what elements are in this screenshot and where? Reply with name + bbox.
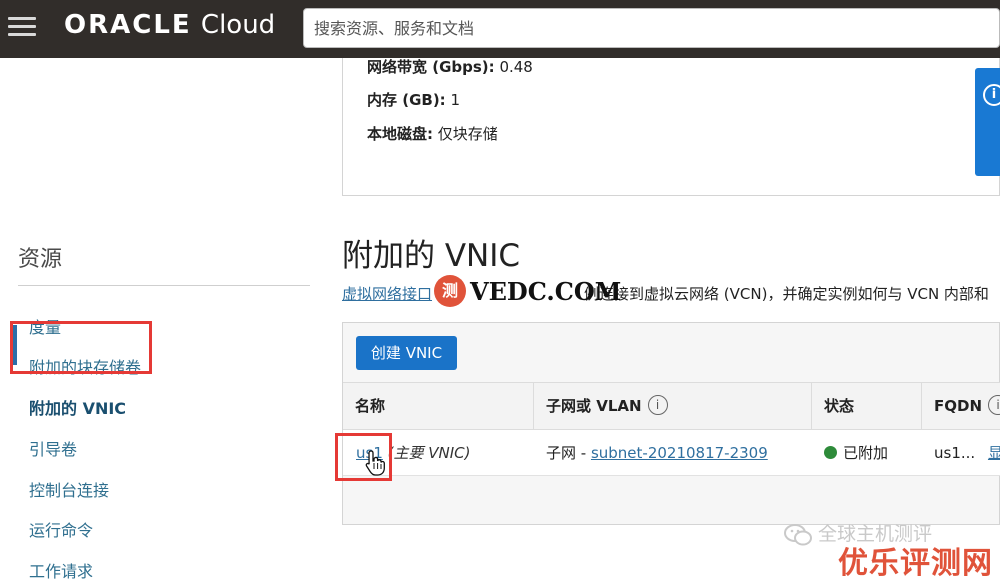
highlight-box-nav (10, 321, 152, 374)
info-row-memory: 内存 (GB): 1 (367, 91, 461, 109)
help-icon[interactable]: i (647, 394, 668, 415)
section-title: 附加的 VNIC (342, 238, 521, 274)
column-header-status[interactable]: 状态 (812, 383, 922, 430)
help-icon[interactable]: i (988, 394, 1000, 415)
fqdn-cell: us1... 显 (934, 430, 1000, 476)
primary-vnic-note: (主要 VNIC) (387, 444, 471, 462)
subnet-link[interactable]: subnet-20210817-2309 (591, 444, 768, 462)
search-input[interactable]: 搜索资源、服务和文档 (303, 8, 1000, 48)
watermark-site-text: VEDC.COM (470, 276, 622, 306)
sidebar-item-attached-vnics[interactable]: 附加的 VNIC (29, 395, 126, 419)
sidebar-item-console-connection[interactable]: 控制台连接 (29, 477, 109, 501)
info-callout: i (975, 68, 1000, 176)
resources-title: 资源 (18, 247, 63, 272)
column-header-fqdn[interactable]: FQDN i (922, 383, 1000, 430)
brand-watermark: 优乐评测网 (838, 546, 993, 581)
status-cell: 已附加 (824, 430, 888, 476)
table-header: 名称 子网或 VLAN i 状态 FQDN i (343, 382, 1000, 430)
sidebar-item-run-command[interactable]: 运行命令 (29, 517, 93, 541)
fqdn-show-link[interactable]: 显 (988, 444, 1000, 462)
resources-sidebar: 资源 度量 附加的块存储卷 附加的 VNIC 引导卷 控制台连接 运行命令 工作… (0, 58, 330, 581)
wechat-icon (784, 523, 812, 545)
sidebar-item-boot-volume[interactable]: 引导卷 (29, 436, 77, 460)
column-header-name[interactable]: 名称 (343, 383, 534, 430)
subnet-cell: 子网 - subnet-20210817-2309 (546, 444, 768, 462)
info-row-bandwidth: 网络带宽 (Gbps): 0.48 (367, 58, 533, 76)
create-vnic-button[interactable]: 创建 VNIC (356, 336, 457, 370)
info-row-local-disk: 本地磁盘: 仅块存储 (367, 125, 498, 143)
site-watermark: 测 VEDC.COM (434, 273, 621, 309)
hamburger-menu-icon[interactable] (8, 13, 36, 39)
instance-info-panel: 网络带宽 (Gbps): 0.48 内存 (GB): 1 本地磁盘: 仅块存储 … (342, 58, 1000, 196)
sidebar-divider (18, 285, 310, 286)
table-row: us1 (主要 VNIC) 子网 - subnet-20210817-2309 … (343, 430, 1000, 476)
status-text: 已附加 (843, 444, 889, 462)
hand-cursor-icon (365, 450, 385, 476)
status-dot-icon (824, 446, 837, 459)
info-icon: i (983, 84, 1000, 106)
vnic-table-panel: 创建 VNIC 名称 子网或 VLANi 状态 FQDNi us1 (主要 VN… (342, 322, 1000, 525)
vnic-doc-link[interactable]: 虚拟网络接口 (342, 285, 432, 303)
watermark-badge: 测 (434, 275, 466, 307)
top-bar: ORACLE Cloud 搜索资源、服务和文档 (0, 0, 1000, 58)
column-header-subnet[interactable]: 子网或 VLAN i (534, 383, 812, 430)
oracle-cloud-logo[interactable]: ORACLE Cloud (64, 10, 275, 40)
sidebar-item-work-requests[interactable]: 工作请求 (29, 558, 93, 581)
